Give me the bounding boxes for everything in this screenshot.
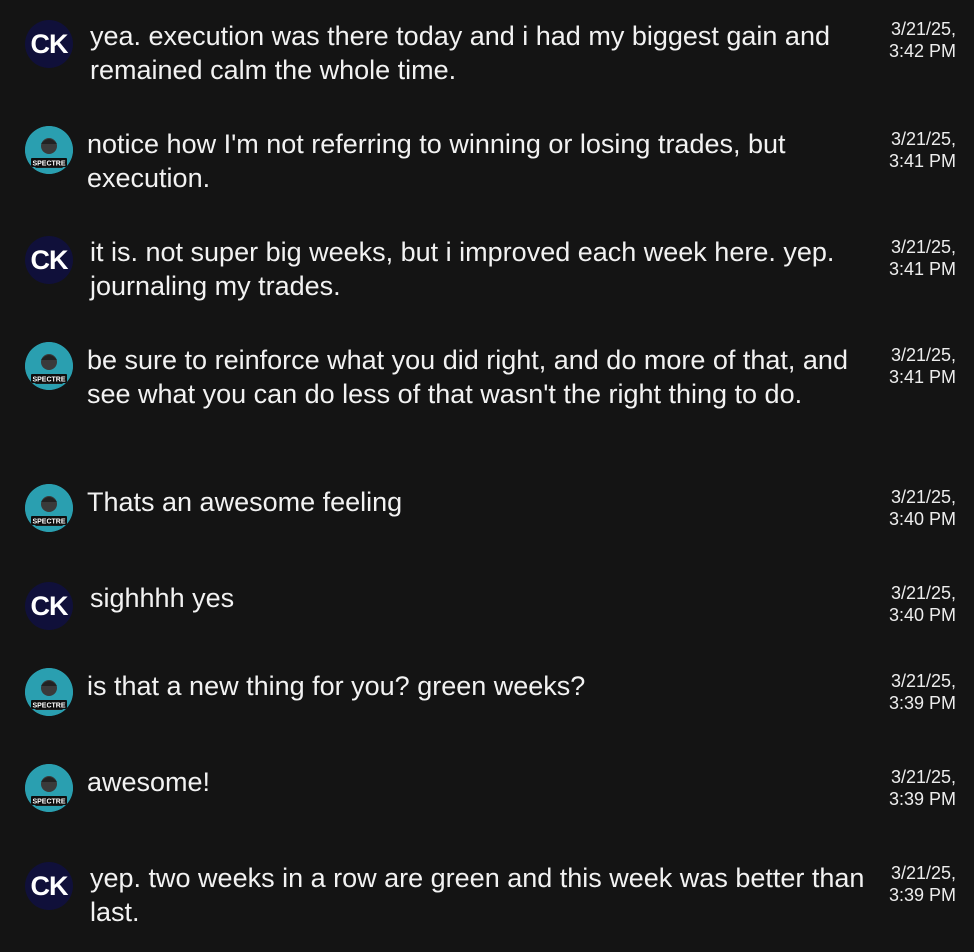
avatar-initials: CK <box>30 591 69 621</box>
message-text: yep. two weeks in a row are green and th… <box>90 863 865 927</box>
avatar-initials: CK <box>30 29 69 59</box>
timestamp-time: 3:39 PM <box>888 885 956 905</box>
avatar-logo-text: SPECTRE <box>32 161 65 168</box>
message-timestamp: 3/21/25, 3:41 PM <box>856 128 956 172</box>
timestamp-date: 3/21/25, <box>890 487 956 507</box>
message-text: awesome! <box>87 767 211 797</box>
message-list[interactable]: CK yea. execution was there today and i … <box>0 0 974 952</box>
message-text: is that a new thing for you? green weeks… <box>87 671 586 701</box>
timestamp-date: 3/21/25, <box>890 237 956 257</box>
timestamp-date: 3/21/25, <box>890 767 956 787</box>
message-text: Thats an awesome feeling <box>87 487 403 517</box>
avatar-ck[interactable]: CK <box>25 862 73 910</box>
message-text: notice how I'm not referring to winning … <box>87 129 786 193</box>
avatar-ck[interactable]: CK <box>25 20 73 68</box>
avatar-spectre[interactable]: SPECTRE <box>25 126 73 174</box>
avatar-logo-text: SPECTRE <box>32 377 65 384</box>
message-text: it is. not super big weeks, but i improv… <box>90 237 835 301</box>
avatar-spectre[interactable]: SPECTRE <box>25 764 73 812</box>
message-timestamp: 3/21/25, 3:39 PM <box>856 766 956 810</box>
timestamp-time: 3:42 PM <box>888 41 956 61</box>
avatar-ck[interactable]: CK <box>25 582 73 630</box>
timestamp-date: 3/21/25, <box>890 863 956 883</box>
message-text: yea. execution was there today and i had… <box>90 21 830 85</box>
message-timestamp: 3/21/25, 3:39 PM <box>856 670 956 714</box>
timestamp-time: 3:41 PM <box>888 151 956 171</box>
timestamp-date: 3/21/25, <box>890 19 956 39</box>
message-timestamp: 3/21/25, 3:42 PM <box>856 18 956 62</box>
message-timestamp: 3/21/25, 3:41 PM <box>856 344 956 388</box>
timestamp-time: 3:39 PM <box>888 789 956 809</box>
message-text: sighhhh yes <box>90 583 235 613</box>
avatar-logo-text: SPECTRE <box>32 519 65 526</box>
message-timestamp: 3/21/25, 3:39 PM <box>856 862 956 906</box>
message-text: be sure to reinforce what you did right,… <box>87 345 848 409</box>
avatar-ck[interactable]: CK <box>25 236 73 284</box>
avatar-initials: CK <box>30 871 69 901</box>
timestamp-time: 3:40 PM <box>888 509 956 529</box>
timestamp-time: 3:40 PM <box>888 605 956 625</box>
timestamp-date: 3/21/25, <box>890 671 956 691</box>
message-timestamp: 3/21/25, 3:40 PM <box>856 582 956 626</box>
avatar-logo-text: SPECTRE <box>32 703 65 710</box>
timestamp-date: 3/21/25, <box>890 583 956 603</box>
avatar-spectre[interactable]: SPECTRE <box>25 668 73 716</box>
avatar-spectre[interactable]: SPECTRE <box>25 342 73 390</box>
message-timestamp: 3/21/25, 3:40 PM <box>856 486 956 530</box>
timestamp-date: 3/21/25, <box>890 345 956 365</box>
avatar-logo-text: SPECTRE <box>32 799 65 806</box>
avatar-initials: CK <box>30 245 69 275</box>
message-timestamp: 3/21/25, 3:41 PM <box>856 236 956 280</box>
avatar-spectre[interactable]: SPECTRE <box>25 484 73 532</box>
timestamp-time: 3:41 PM <box>888 367 956 387</box>
timestamp-time: 3:41 PM <box>888 259 956 279</box>
timestamp-time: 3:39 PM <box>888 693 956 713</box>
timestamp-date: 3/21/25, <box>890 129 956 149</box>
